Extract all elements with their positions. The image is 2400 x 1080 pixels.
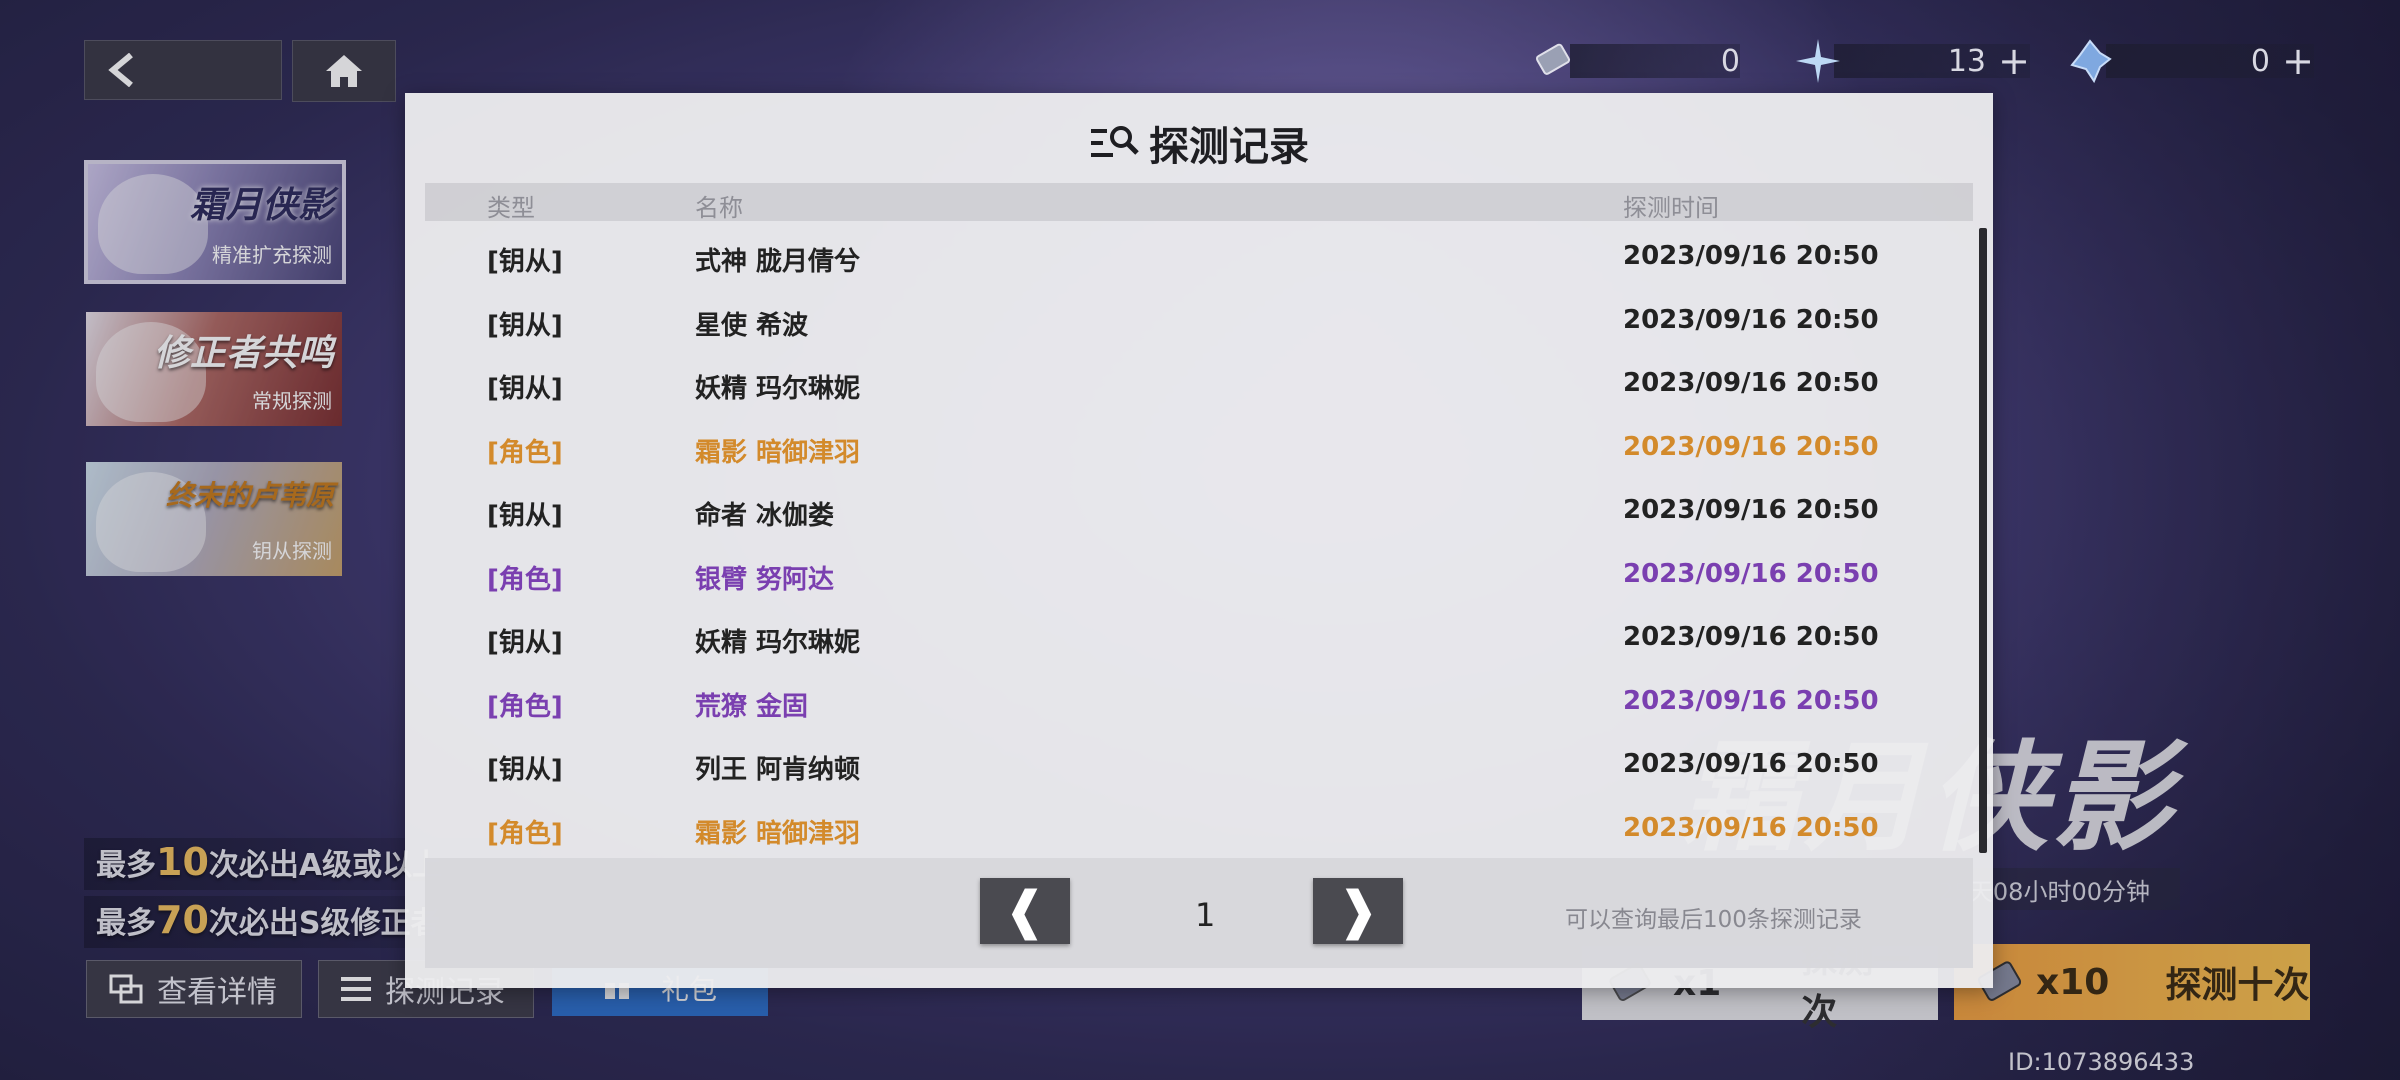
- records-scrollbar[interactable]: [1979, 228, 1987, 853]
- table-row: [钥从] 妖精 玛尔琳妮 2023/09/16 20:50: [487, 368, 1879, 404]
- table-row: [钥从] 星使 希波 2023/09/16 20:50: [487, 304, 1879, 341]
- table-row: [角色] 荒獠 金固 2023/09/16 20:50: [487, 685, 1879, 722]
- crystal-count: 13: [1947, 43, 1986, 79]
- page-number: 1: [1195, 896, 1216, 934]
- header-name: 名称: [695, 194, 743, 222]
- header-type: 类型: [487, 194, 535, 222]
- next-page-button[interactable]: ❱: [1313, 878, 1403, 944]
- crystal-star-icon: [1794, 37, 1842, 85]
- table-row: [角色] 银臂 努阿达 2023/09/16 20:50: [487, 558, 1879, 595]
- table-row: [钥从] 列王 阿肯纳顿 2023/09/16 20:50: [487, 749, 1879, 785]
- blue-shard-icon: [2066, 37, 2114, 85]
- ticket-count: 0: [1720, 43, 1740, 79]
- prev-page-button[interactable]: ❰: [980, 878, 1070, 944]
- table-row: [角色] 霜影 暗御津羽 2023/09/16 20:50: [487, 812, 1879, 849]
- records-modal: 探测记录 类型 名称 探测时间 [钥从] 式神 胧月倩兮 2023/09/16 20…: [405, 93, 1993, 988]
- header-time: 探测时间: [1623, 194, 1719, 222]
- table-row: [钥从] 妖精 玛尔琳妮 2023/09/16 20:50: [487, 622, 1879, 658]
- table-header: 类型 名称 探测时间: [425, 183, 1973, 222]
- table-row: [角色] 霜影 暗御津羽 2023/09/16 20:50: [487, 431, 1879, 468]
- records-list: [钥从] 式神 胧月倩兮 2023/09/16 20:50 [钥从] 星使 希波 202…: [425, 223, 1973, 858]
- pagination-bar: ❰ 1 ❱ 可以查询最后100条探测记录: [425, 858, 1973, 968]
- add-crystal-button[interactable]: +: [1998, 42, 2030, 80]
- table-row: [钥从] 命者 冰伽娄 2023/09/16 20:50: [487, 495, 1879, 531]
- add-shard-button[interactable]: +: [2282, 42, 2314, 80]
- shard-count: 0: [2250, 43, 2270, 79]
- ticket-icon: [1530, 37, 1578, 85]
- search-list-icon: [1091, 126, 1139, 157]
- modal-title: 探测记录: [405, 113, 1993, 173]
- records-limit-note: 可以查询最后100条探测记录: [1565, 907, 1862, 933]
- table-row: [钥从] 式神 胧月倩兮 2023/09/16 20:50: [487, 241, 1879, 277]
